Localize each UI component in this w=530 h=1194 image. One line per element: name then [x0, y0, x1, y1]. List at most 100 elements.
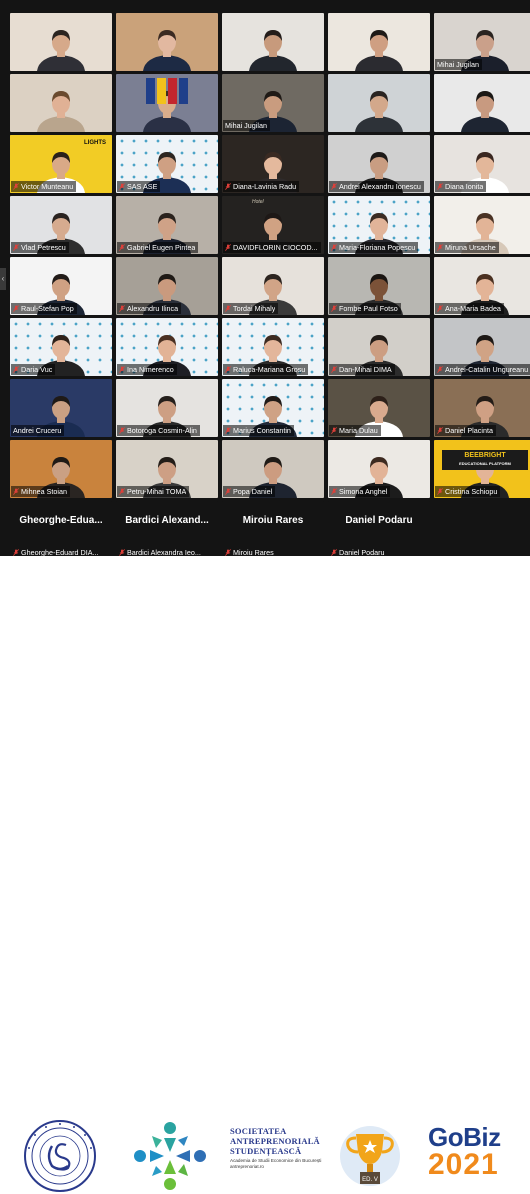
- participant-name-label: Diana-Lavinia Radu: [223, 181, 300, 192]
- beebright-subtitle: EDUCATIONAL PLATFORM: [459, 461, 511, 466]
- participant-name-text: Gabriel Eugen Pintea: [127, 243, 196, 252]
- participant-name-text: Mihai Jugilan: [437, 60, 479, 69]
- participant-video-tile[interactable]: Gabriel Eugen Pintea: [116, 196, 218, 254]
- camera-off-tile[interactable]: Gheorghe-Edua... Gheorghe-Eduard DIA...: [10, 501, 112, 559]
- participant-video-tile[interactable]: Vlad Petrescu: [10, 196, 112, 254]
- participant-video-tile[interactable]: Maria-Floriana Popescu: [328, 196, 430, 254]
- gobiz-wordmark: GoBiz: [428, 1122, 501, 1152]
- participant-video-tile[interactable]: Diana-Lavinia Radu: [222, 135, 324, 193]
- participant-video-tile[interactable]: Alexandru Ilinca: [116, 257, 218, 315]
- participant-name-text: Ina Nimerenco: [127, 365, 174, 374]
- camera-off-tile[interactable]: Daniel Podaru Daniel Podaru: [328, 501, 430, 559]
- participant-video-tile[interactable]: [328, 13, 430, 71]
- participant-video-tile[interactable]: LIGHTS Victor Munteanu: [10, 135, 112, 193]
- muted-mic-icon: [119, 244, 125, 251]
- participant-name-text: Raul-Stefan Pop: [21, 304, 74, 313]
- participant-name-label: Simona Anghel: [329, 486, 391, 497]
- participant-name-text: Miruna Ursache: [445, 243, 496, 252]
- participant-name-label: Raluca-Mariana Grosu: [223, 364, 309, 375]
- participant-video-tile[interactable]: Marius Constantin: [222, 379, 324, 437]
- participant-video-tile[interactable]: Mihai Jugilan: [434, 13, 530, 71]
- sponsor-logo-strip: SOCIETATEA ANTREPRENORIALĂ STUDENȚEASCĂ …: [0, 556, 530, 1192]
- participant-silhouette: [355, 91, 403, 132]
- participant-video-tile[interactable]: Andrei Cruceru: [10, 379, 112, 437]
- hotel-sign: Hotel: [252, 199, 264, 205]
- muted-mic-icon: [437, 244, 443, 251]
- muted-mic-icon: [119, 488, 125, 495]
- muted-mic-icon: [13, 488, 19, 495]
- muted-mic-icon: [225, 427, 231, 434]
- ssa-line-2: ANTREPRENORIALĂ: [230, 1136, 320, 1146]
- participant-video-tile[interactable]: SAS ASE: [116, 135, 218, 193]
- participant-video-tile[interactable]: Hotel DAVIDFLORIN CIOCOD...: [222, 196, 324, 254]
- muted-mic-icon: [119, 366, 125, 373]
- participant-video-tile[interactable]: [434, 74, 530, 132]
- participant-video-tile[interactable]: [116, 74, 218, 132]
- participant-video-tile[interactable]: Andrei-Catalin Ungureanu: [434, 318, 530, 376]
- participant-video-tile[interactable]: Popa Daniel: [222, 440, 324, 498]
- participant-name-label: Dan-Mihai DIMA: [329, 364, 395, 375]
- muted-mic-icon: [13, 183, 19, 190]
- camera-off-tile[interactable]: Bardici Alexand... Bardici Alexandra Ieo.…: [116, 501, 218, 559]
- participant-name-label: Andrei-Catalin Ungureanu: [435, 364, 530, 375]
- participant-name-label: Petru-Mihai TOMA: [117, 486, 190, 497]
- muted-mic-icon: [437, 366, 443, 373]
- beebright-banner: BEEBRIGHT EDUCATIONAL PLATFORM: [442, 450, 528, 470]
- participant-video-tile[interactable]: [222, 13, 324, 71]
- participant-display-name: Miroiu Rares: [242, 515, 304, 526]
- participant-name-text: Ana-Maria Badea: [445, 304, 501, 313]
- participant-video-tile[interactable]: Raul-Stefan Pop: [10, 257, 112, 315]
- participant-name-label: Ana-Maria Badea: [435, 303, 504, 314]
- previous-page-arrow[interactable]: ‹: [0, 268, 6, 290]
- participant-video-tile[interactable]: [10, 13, 112, 71]
- participant-video-tile[interactable]: Maria Dulau: [328, 379, 430, 437]
- participant-video-tile[interactable]: Daniel Placinta: [434, 379, 530, 437]
- camera-off-tile[interactable]: Miroiu Rares Miroiu Rares: [222, 501, 324, 559]
- participant-video-tile[interactable]: Botoroga Cosmin-Alin: [116, 379, 218, 437]
- trophy-logo: ED. V: [340, 1126, 400, 1186]
- participant-name-label: Gabriel Eugen Pintea: [117, 242, 199, 253]
- participant-video-tile[interactable]: [116, 13, 218, 71]
- participant-name-text: Maria-Floriana Popescu: [339, 243, 416, 252]
- muted-mic-icon: [225, 366, 231, 373]
- ssa-line-3: STUDENȚEASCĂ: [230, 1146, 302, 1156]
- muted-mic-icon: [331, 488, 337, 495]
- participant-name-text: Daria Vuc: [21, 365, 53, 374]
- participant-video-tile[interactable]: Miruna Ursache: [434, 196, 530, 254]
- empty-grid-slot: [434, 501, 530, 559]
- participant-name-label: Popa Daniel: [223, 486, 276, 497]
- participant-video-tile[interactable]: Mihnea Stoian: [10, 440, 112, 498]
- participant-video-tile[interactable]: [328, 74, 430, 132]
- participant-name-text: DAVIDFLORIN CIOCOD...: [233, 243, 318, 252]
- participant-name-text: Diana-Lavinia Radu: [233, 182, 297, 191]
- participant-video-tile[interactable]: Mihai Jugilan: [222, 74, 324, 132]
- participant-silhouette: [37, 91, 85, 132]
- participant-video-tile[interactable]: Dan-Mihai DIMA: [328, 318, 430, 376]
- participant-video-tile[interactable]: Tordai Mihaly: [222, 257, 324, 315]
- participant-video-tile[interactable]: Fombe Paul Fotso: [328, 257, 430, 315]
- participant-video-tile[interactable]: Simona Anghel: [328, 440, 430, 498]
- participant-silhouette: [249, 30, 297, 71]
- participant-name-text: SAS ASE: [127, 182, 158, 191]
- participant-video-tile[interactable]: Daria Vuc: [10, 318, 112, 376]
- participant-name-label: SAS ASE: [117, 181, 161, 192]
- muted-mic-icon: [331, 244, 337, 251]
- participant-video-tile[interactable]: Petru-Mihai TOMA: [116, 440, 218, 498]
- participant-video-tile[interactable]: [10, 74, 112, 132]
- participant-video-tile[interactable]: Raluca-Mariana Grosu: [222, 318, 324, 376]
- participant-name-label: Raul-Stefan Pop: [11, 303, 77, 314]
- flags-decoration: [146, 78, 188, 104]
- participant-video-tile[interactable]: Ina Nimerenco: [116, 318, 218, 376]
- muted-mic-icon: [225, 488, 231, 495]
- gobiz-logo: GoBiz 2021: [428, 1124, 528, 1180]
- participant-video-tile[interactable]: Diana Ionita: [434, 135, 530, 193]
- participant-video-tile[interactable]: Andrei Alexandru Ionescu: [328, 135, 430, 193]
- participant-video-tile[interactable]: Ana-Maria Badea: [434, 257, 530, 315]
- participant-name-text: Andrei Alexandru Ionescu: [339, 182, 421, 191]
- participant-name-label: Miruna Ursache: [435, 242, 499, 253]
- participant-name-text: Marius Constantin: [233, 426, 291, 435]
- participant-name-text: Diana Ionita: [445, 182, 484, 191]
- participant-name-label: Mihai Jugilan: [223, 120, 270, 131]
- participant-video-tile[interactable]: BEEBRIGHT EDUCATIONAL PLATFORM Cristina Sc…: [434, 440, 530, 498]
- muted-mic-icon: [119, 305, 125, 312]
